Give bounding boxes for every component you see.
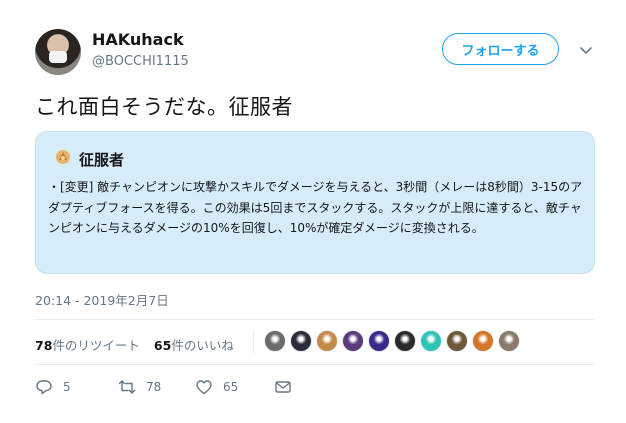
- quote-body: ・[変更] 敵チャンピオンに攻撃かスキルでダメージを与えると、3秒間（メレーは8…: [48, 180, 583, 235]
- quote-card: 征服者 ・[変更] 敵チャンピオンに攻撃かスキルでダメージを与えると、3秒間（メ…: [35, 131, 595, 274]
- divider: [35, 319, 595, 320]
- display-name[interactable]: HAKuhack: [92, 30, 184, 49]
- tweet-timestamp[interactable]: 20:14 - 2019年2月7日: [35, 290, 169, 309]
- retweet-label: 件のリツイート: [52, 338, 140, 353]
- direct-message-action[interactable]: [274, 378, 292, 396]
- tweet-text: これ面白そうだな。征服者: [35, 95, 293, 119]
- likers-avatars: [264, 330, 520, 352]
- like-count: 65: [153, 338, 172, 353]
- divider: [35, 364, 595, 365]
- follow-button[interactable]: フォローする: [442, 33, 559, 65]
- liker-avatar[interactable]: [316, 330, 338, 352]
- chevron-down-icon[interactable]: [578, 42, 594, 58]
- liker-avatar[interactable]: [472, 330, 494, 352]
- mail-icon: [275, 381, 291, 393]
- heart-icon: [196, 380, 212, 395]
- like-label: 件のいいね: [171, 338, 234, 353]
- retweet-count: 78: [35, 338, 53, 353]
- retweet-action-count: 78: [146, 380, 162, 394]
- liker-avatar[interactable]: [342, 330, 364, 352]
- user-handle[interactable]: @BOCCHI1115: [92, 54, 189, 69]
- reply-count: 5: [63, 380, 71, 394]
- retweet-action[interactable]: 78: [118, 378, 161, 396]
- engagement-stats: 78件のリツイート 65件のいいね: [35, 335, 234, 354]
- retweet-stat[interactable]: 78件のリツイート: [35, 335, 140, 354]
- liker-avatar[interactable]: [264, 330, 286, 352]
- liker-avatar[interactable]: [498, 330, 520, 352]
- liker-avatar[interactable]: [290, 330, 312, 352]
- like-action[interactable]: 65: [195, 378, 238, 396]
- reply-action[interactable]: 5: [35, 378, 71, 396]
- conqueror-rune-icon: [56, 150, 70, 164]
- quote-title: 征服者: [79, 151, 125, 169]
- like-action-count: 65: [223, 380, 239, 394]
- reply-icon: [36, 380, 52, 395]
- liker-avatar[interactable]: [420, 330, 442, 352]
- liker-avatar[interactable]: [446, 330, 468, 352]
- like-stat[interactable]: 65件のいいね: [154, 335, 234, 354]
- stats-separator: [253, 330, 254, 354]
- retweet-icon: [118, 380, 136, 394]
- liker-avatar[interactable]: [394, 330, 416, 352]
- avatar[interactable]: [35, 29, 81, 75]
- liker-avatar[interactable]: [368, 330, 390, 352]
